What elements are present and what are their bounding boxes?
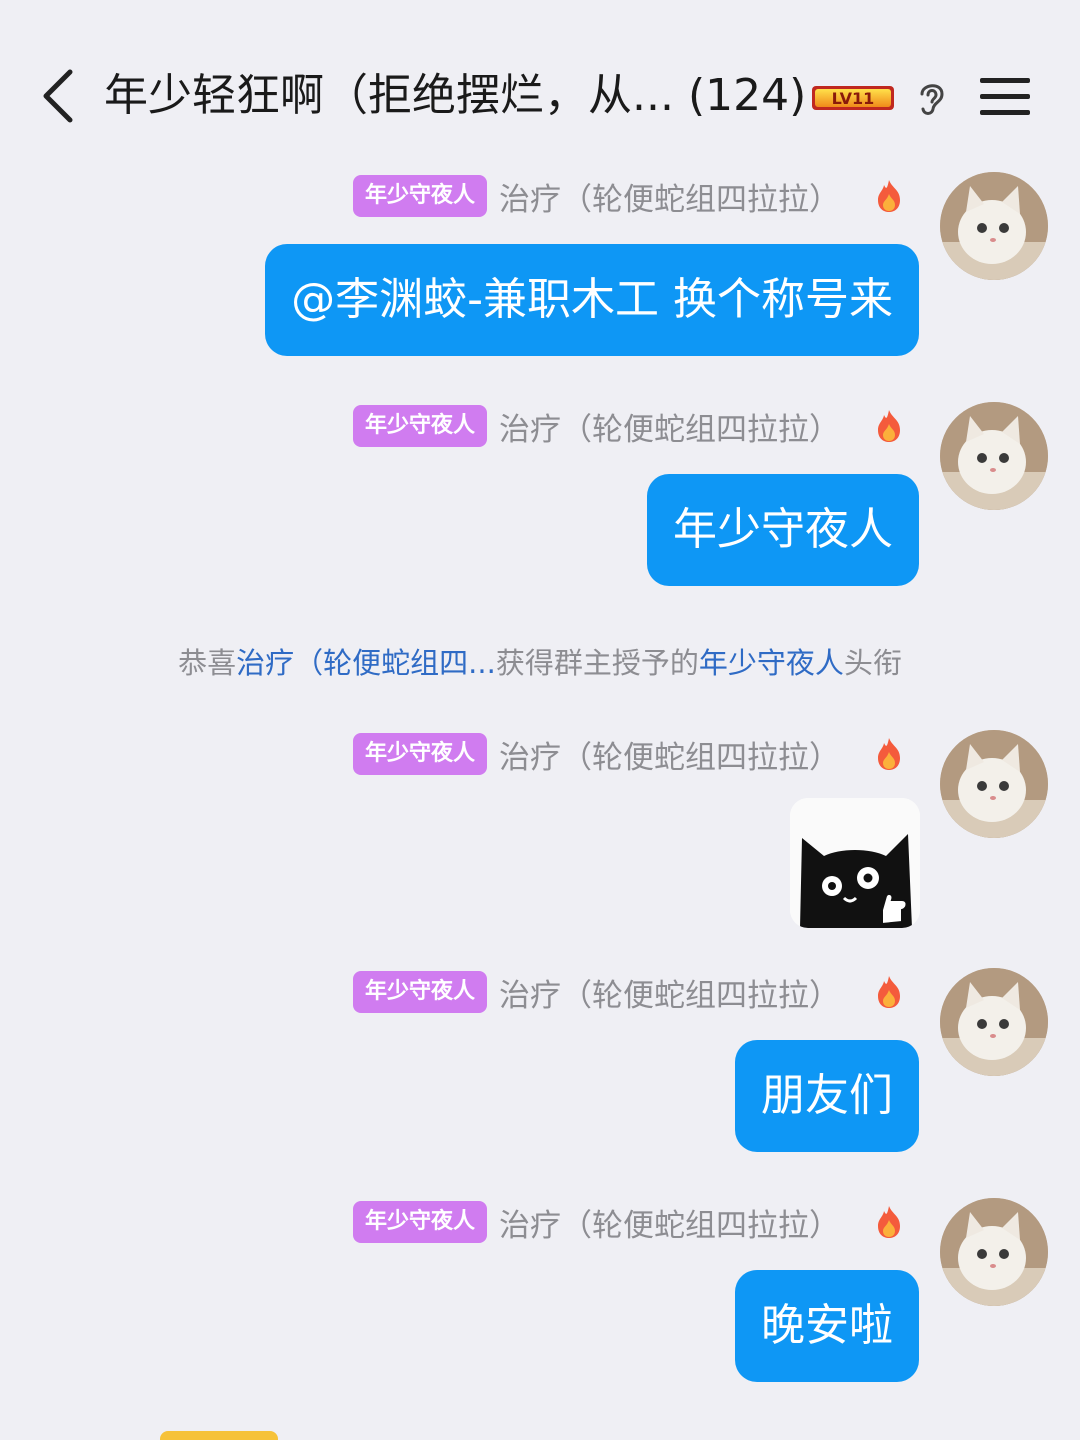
clipped-next-message xyxy=(160,1430,278,1440)
message-bubble[interactable]: @李渊蛟-兼职木工 换个称号来 xyxy=(265,244,919,356)
sender-name[interactable]: 治疗（轮便蛇组四拉拉） xyxy=(499,970,840,1015)
message-bubble[interactable]: 年少守夜人 xyxy=(647,474,919,586)
member-title-tag: 年少守夜人 xyxy=(352,1201,487,1243)
avatar[interactable] xyxy=(940,730,1048,838)
cat-avatar-icon xyxy=(940,402,1048,510)
cat-avatar-icon xyxy=(940,172,1048,280)
chevron-left-icon[interactable] xyxy=(36,66,80,126)
fire-icon xyxy=(878,976,900,1008)
level-badge-text: LV11 xyxy=(832,89,875,108)
chat-title[interactable]: 年少轻狂啊（拒绝摆烂，从... (124) xyxy=(104,66,806,126)
sender-name[interactable]: 治疗（轮便蛇组四拉拉） xyxy=(499,1200,840,1245)
message-meta: 年少守夜人 治疗（轮便蛇组四拉拉） xyxy=(352,174,904,219)
notice-suffix: 头衔 xyxy=(843,646,902,680)
ear-icon[interactable] xyxy=(914,78,948,118)
sender-name[interactable]: 治疗（轮便蛇组四拉拉） xyxy=(499,404,840,449)
system-notice: 恭喜治疗（轮便蛇组四...获得群主授予的年少守夜人头衔 xyxy=(0,640,1080,682)
black-cat-sticker[interactable] xyxy=(790,798,920,928)
hamburger-menu-icon[interactable] xyxy=(978,72,1032,120)
cat-avatar-icon xyxy=(940,1198,1048,1306)
cat-avatar-icon xyxy=(940,968,1048,1076)
avatar[interactable] xyxy=(940,1198,1048,1306)
message-meta: 年少守夜人 治疗（轮便蛇组四拉拉） xyxy=(352,404,904,449)
message-bubble[interactable]: 晚安啦 xyxy=(735,1270,919,1382)
chat-header: 年少轻狂啊（拒绝摆烂，从... (124) LV11 xyxy=(0,0,1080,160)
fire-icon xyxy=(878,410,900,442)
notice-prefix: 恭喜 xyxy=(178,646,237,680)
avatar[interactable] xyxy=(940,402,1048,510)
member-title-tag: 年少守夜人 xyxy=(352,733,487,775)
notice-title-name[interactable]: 年少守夜人 xyxy=(699,646,844,680)
notice-middle: 获得群主授予的 xyxy=(495,646,699,680)
member-title-tag: 年少守夜人 xyxy=(352,971,487,1013)
avatar[interactable] xyxy=(940,172,1048,280)
fire-icon xyxy=(878,180,900,212)
message-meta: 年少守夜人 治疗（轮便蛇组四拉拉） xyxy=(352,732,904,777)
chat-screen: 年少轻狂啊（拒绝摆烂，从... (124) LV11 年少守夜人 治疗（轮便蛇组… xyxy=(0,0,1080,1440)
member-title-tag: 年少守夜人 xyxy=(352,405,487,447)
fire-icon xyxy=(878,738,900,770)
sender-name[interactable]: 治疗（轮便蛇组四拉拉） xyxy=(499,732,840,777)
group-level-badge-icon: LV11 xyxy=(812,86,894,110)
notice-member-name[interactable]: 治疗（轮便蛇组四... xyxy=(236,646,496,680)
message-bubble[interactable]: 朋友们 xyxy=(735,1040,919,1152)
sender-name[interactable]: 治疗（轮便蛇组四拉拉） xyxy=(499,174,840,219)
message-meta: 年少守夜人 治疗（轮便蛇组四拉拉） xyxy=(352,970,904,1015)
fire-icon xyxy=(878,1206,900,1238)
black-cat-thumbs-up-icon xyxy=(790,798,920,928)
avatar[interactable] xyxy=(940,968,1048,1076)
message-meta: 年少守夜人 治疗（轮便蛇组四拉拉） xyxy=(352,1200,904,1245)
member-title-tag: 年少守夜人 xyxy=(352,175,487,217)
cat-avatar-icon xyxy=(940,730,1048,838)
